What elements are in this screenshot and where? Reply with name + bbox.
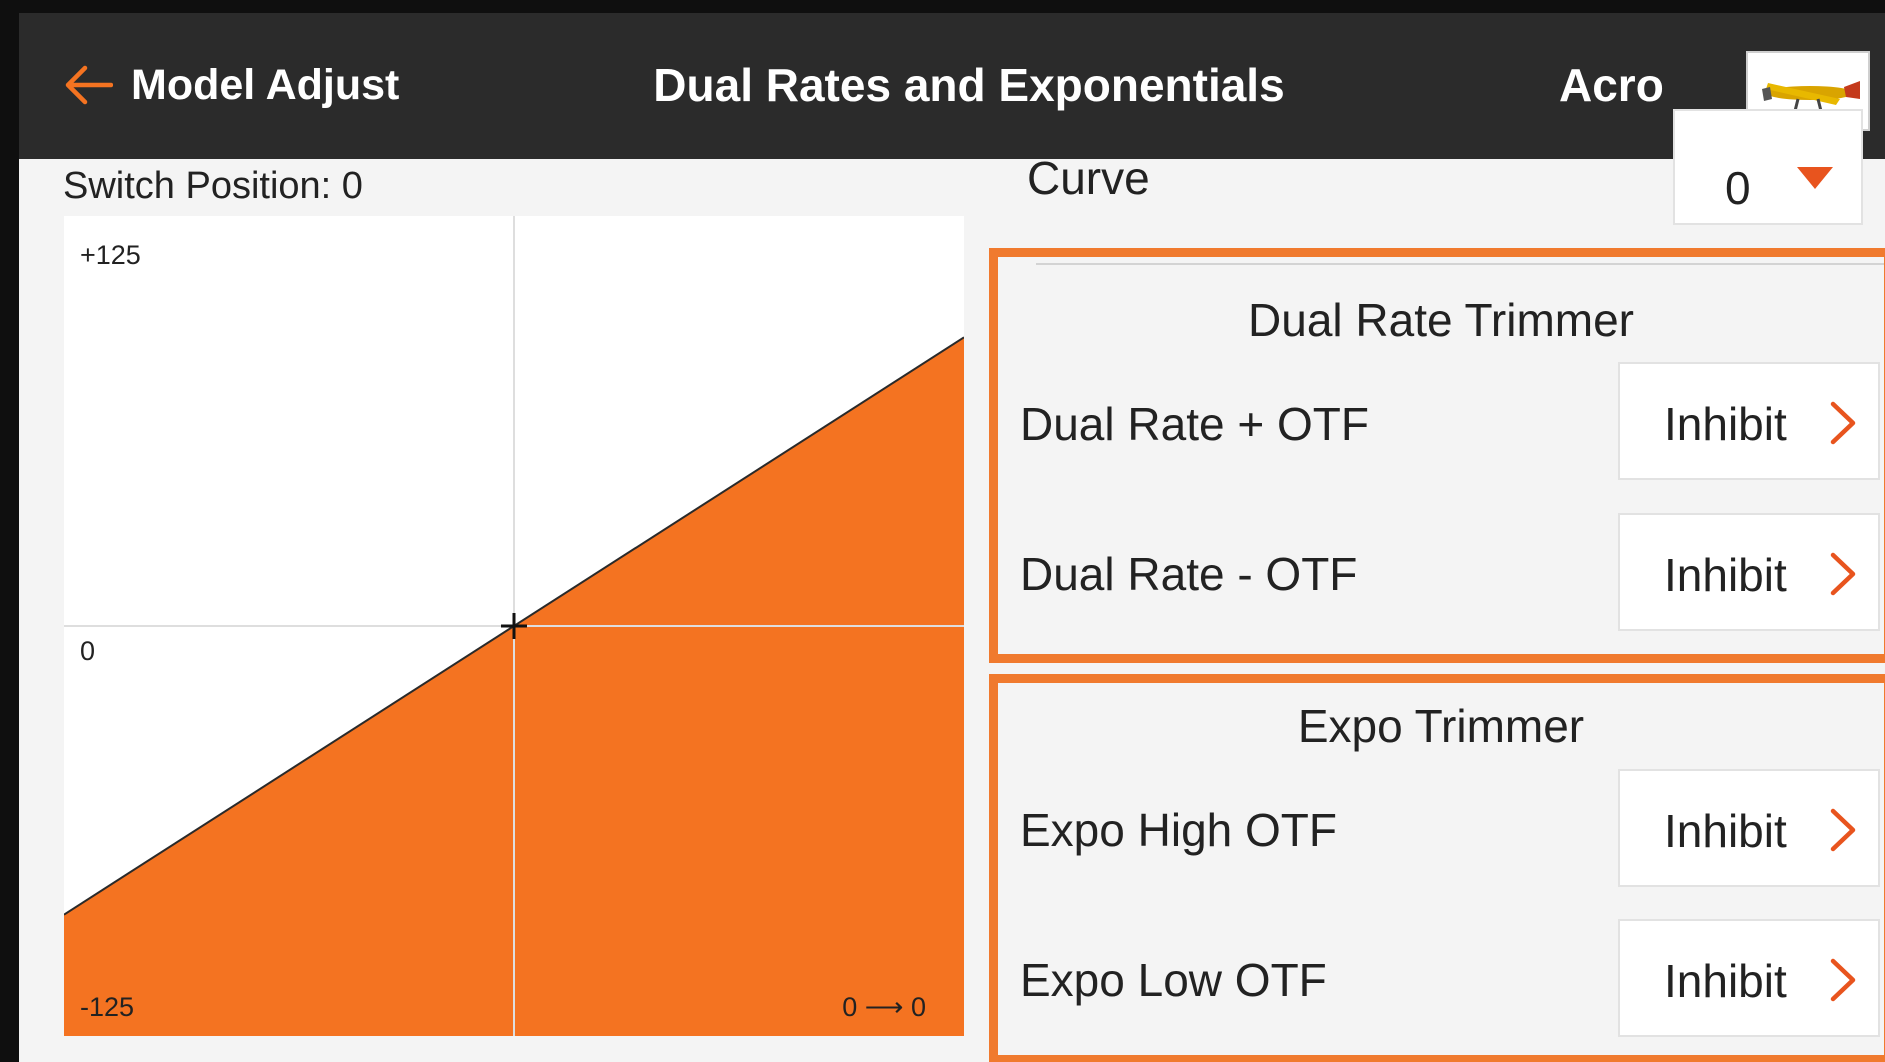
rate-curve-chart: +125 0 -125 0 ⟶ 0	[64, 216, 964, 1036]
curve-readout: 0 ⟶ 0	[842, 992, 926, 1022]
device-frame: Model Adjust Dual Rates and Exponentials…	[0, 0, 1885, 1062]
expo-trimmer-section: Expo Trimmer Expo High OTF Inhibit Expo …	[989, 674, 1885, 1062]
y-tick-top: +125	[80, 240, 141, 270]
expo-low-otf-button[interactable]: Inhibit	[1618, 919, 1880, 1037]
curve-dropdown[interactable]: 0	[1673, 109, 1863, 225]
dual-rate-trimmer-title: Dual Rate Trimmer	[1248, 294, 1634, 346]
chevron-right-icon	[1830, 808, 1856, 852]
back-button[interactable]: Model Adjust	[63, 55, 399, 115]
dual-rate-plus-otf-button[interactable]: Inhibit	[1618, 362, 1880, 480]
expo-low-otf-label: Expo Low OTF	[1020, 954, 1327, 1006]
dual-rate-minus-otf-button[interactable]: Inhibit	[1618, 513, 1880, 631]
expo-high-otf-value: Inhibit	[1664, 805, 1787, 857]
expo-trimmer-title: Expo Trimmer	[1297, 700, 1585, 752]
chevron-right-icon	[1830, 401, 1856, 445]
caret-down-icon	[1797, 167, 1833, 189]
chevron-right-icon	[1830, 552, 1856, 596]
dual-rate-plus-otf-label: Dual Rate + OTF	[1020, 398, 1369, 450]
dual-rate-trimmer-section: Dual Rate Trimmer Dual Rate + OTF Inhibi…	[989, 248, 1885, 663]
dual-rate-minus-otf-value: Inhibit	[1664, 549, 1787, 601]
back-label: Model Adjust	[131, 60, 400, 109]
expo-low-otf-value: Inhibit	[1664, 955, 1787, 1007]
chevron-right-icon	[1830, 958, 1856, 1002]
y-tick-middle: 0	[80, 636, 95, 666]
header-bar: Model Adjust Dual Rates and Exponentials…	[19, 13, 1885, 159]
page-title: Dual Rates and Exponentials	[653, 59, 1285, 111]
y-tick-bottom: -125	[80, 992, 134, 1022]
arrow-left-icon	[65, 65, 113, 105]
model-name: Acro	[1559, 59, 1664, 111]
dual-rate-minus-otf-label: Dual Rate - OTF	[1020, 548, 1358, 600]
curve-value: 0	[1725, 162, 1751, 214]
section-divider	[1036, 263, 1884, 265]
expo-high-otf-label: Expo High OTF	[1020, 804, 1337, 856]
dual-rate-plus-otf-value: Inhibit	[1664, 398, 1787, 450]
expo-high-otf-button[interactable]: Inhibit	[1618, 769, 1880, 887]
screen: Model Adjust Dual Rates and Exponentials…	[19, 13, 1885, 1062]
curve-label: Curve	[1027, 152, 1150, 204]
switch-position-label: Switch Position: 0	[63, 165, 363, 207]
